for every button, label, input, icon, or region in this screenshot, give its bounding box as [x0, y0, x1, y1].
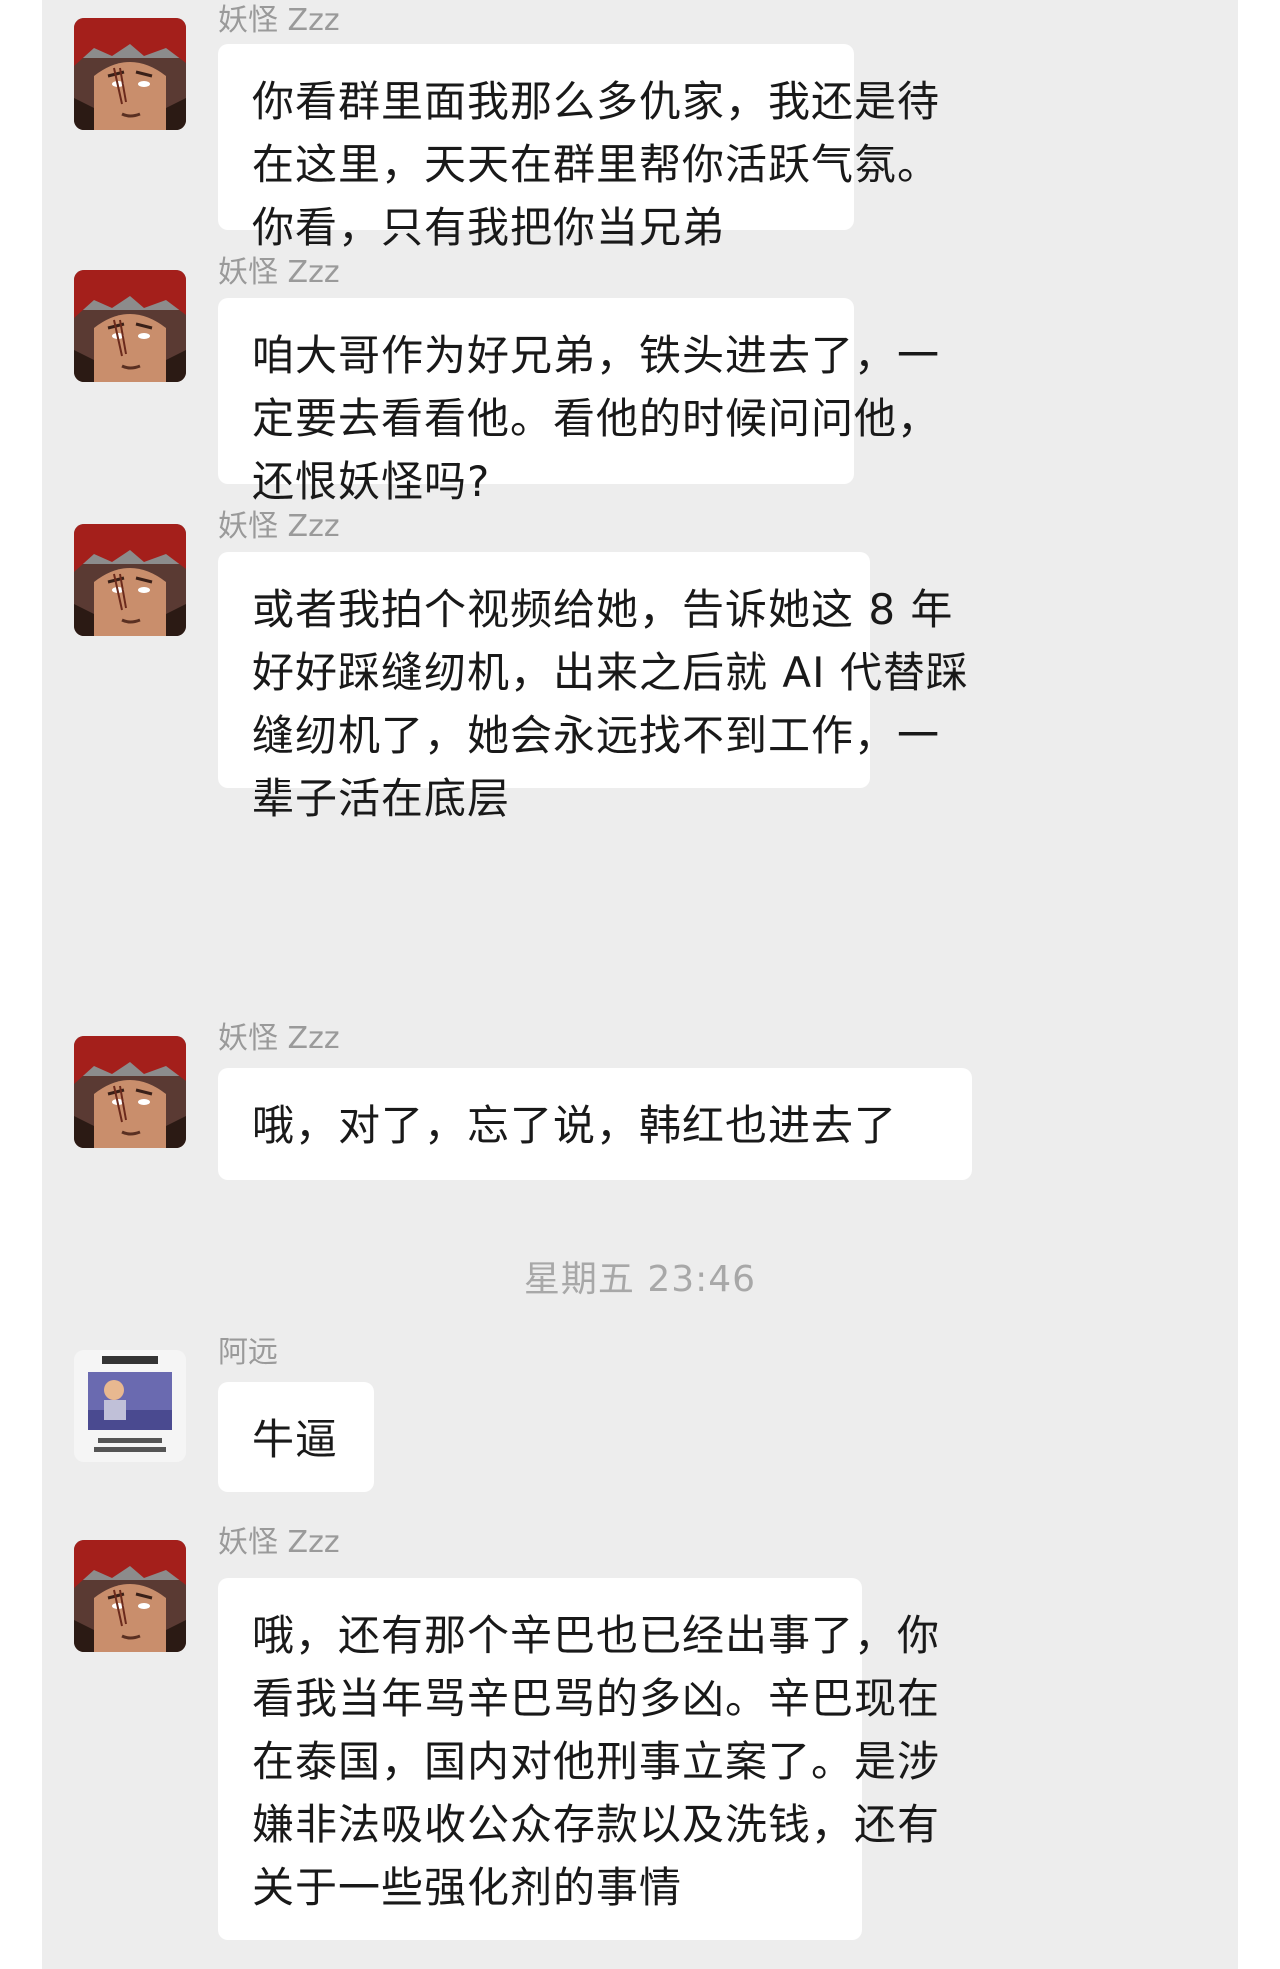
sender-name: 妖怪 Zzz — [218, 3, 340, 38]
message-bubble[interactable]: 咱大哥作为好兄弟，铁头进去了，一 定要去看看他。看他的时候问问他， 还恨妖怪吗? — [218, 298, 941, 506]
red-haired-anime-avatar-icon[interactable] — [74, 18, 186, 130]
chat-thread: 妖怪 Zzz 你看群里面我那么多仇家，我还是待 在这里，天天在群里帮你活跃气氛。… — [42, 0, 1238, 1969]
message-line: 辈子活在底层 — [252, 774, 511, 823]
sender-name: 妖怪 Zzz — [218, 509, 340, 544]
message-line: 你看群里面我那么多仇家，我还是待 — [252, 77, 941, 126]
message-line: 好好踩缝纫机，出来之后就 AI 代替踩 — [252, 648, 969, 697]
red-haired-anime-avatar-icon[interactable] — [74, 524, 186, 636]
message-bubble[interactable]: 哦，对了，忘了说，韩红也进去了 — [218, 1068, 972, 1180]
sender-name: 妖怪 Zzz — [218, 1021, 340, 1056]
message-line: 缝纫机了，她会永远找不到工作，一 — [252, 711, 941, 760]
message-line: 在这里，天天在群里帮你活跃气氛。 — [252, 140, 941, 189]
message-line: 看我当年骂辛巴骂的多凶。辛巴现在 — [252, 1674, 941, 1723]
sender-name: 妖怪 Zzz — [218, 255, 340, 290]
message-bubble[interactable]: 哦，还有那个辛巴也已经出事了，你 看我当年骂辛巴骂的多凶。辛巴现在 在泰国，国内… — [218, 1578, 941, 1940]
red-haired-anime-avatar-icon[interactable] — [74, 1036, 186, 1148]
message-line: 哦，对了，忘了说，韩红也进去了 — [252, 1101, 898, 1150]
message-line: 你看，只有我把你当兄弟 — [252, 203, 726, 252]
message-line: 牛逼 — [252, 1415, 339, 1464]
timestamp: 星期五 23:46 — [523, 1259, 757, 1300]
red-haired-anime-avatar-icon[interactable] — [74, 270, 186, 382]
meme-thumbnail-avatar-icon[interactable] — [74, 1350, 186, 1462]
message-line: 定要去看看他。看他的时候问问他， — [252, 394, 941, 443]
message-bubble[interactable]: 你看群里面我那么多仇家，我还是待 在这里，天天在群里帮你活跃气氛。 你看，只有我… — [218, 44, 941, 252]
sender-name: 妖怪 Zzz — [218, 1525, 340, 1560]
sender-name: 阿远 — [218, 1335, 278, 1370]
message-line: 在泰国，国内对他刑事立案了。是涉 — [252, 1737, 941, 1786]
message-line: 关于一些强化剂的事情 — [252, 1863, 683, 1912]
message-line: 咱大哥作为好兄弟，铁头进去了，一 — [252, 331, 941, 380]
message-line: 还恨妖怪吗? — [252, 457, 491, 506]
message-bubble[interactable]: 牛逼 — [218, 1382, 374, 1492]
message-bubble[interactable]: 或者我拍个视频给她，告诉她这 8 年 好好踩缝纫机，出来之后就 AI 代替踩 缝… — [218, 552, 969, 823]
message-line: 哦，还有那个辛巴也已经出事了，你 — [252, 1611, 941, 1660]
message-line: 或者我拍个视频给她，告诉她这 8 年 — [252, 585, 954, 634]
red-haired-anime-avatar-icon[interactable] — [74, 1540, 186, 1652]
message-line: 嫌非法吸收公众存款以及洗钱，还有 — [252, 1800, 941, 1849]
